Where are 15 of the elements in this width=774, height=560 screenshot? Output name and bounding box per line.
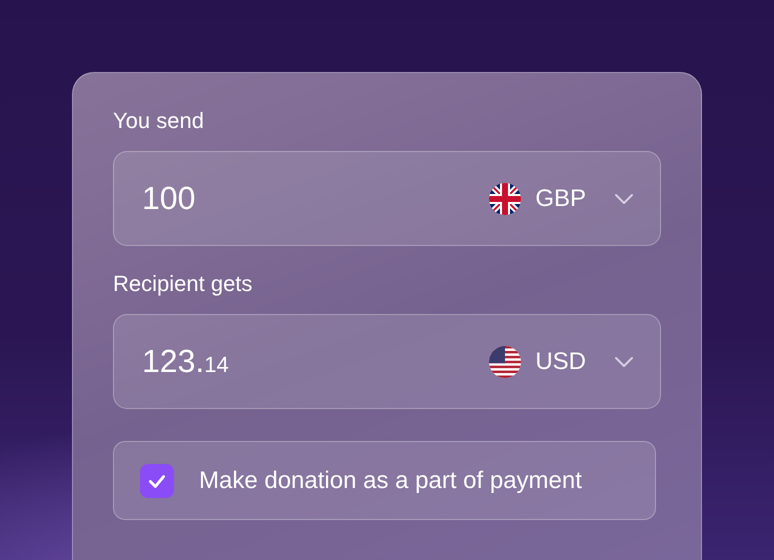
chevron-down-icon xyxy=(614,192,634,204)
currency-selector[interactable]: USD xyxy=(489,346,634,378)
chevron-down-icon xyxy=(614,356,634,368)
currency-selector[interactable]: GBP xyxy=(489,182,634,214)
field-label: You send xyxy=(113,107,205,135)
flag-icon xyxy=(489,182,522,214)
field-label: Recipient gets xyxy=(113,270,254,298)
amount-field[interactable]: 100 GBP xyxy=(113,151,661,246)
donation-option[interactable]: Make donation as a part of payment xyxy=(113,441,656,520)
amount-field[interactable]: 123.14 USD xyxy=(113,314,661,409)
donation-label: Make donation as a part of payment xyxy=(199,466,582,494)
amount-value: 100 xyxy=(142,180,196,217)
checkbox[interactable] xyxy=(140,464,174,498)
amount-value: 123.14 xyxy=(142,343,229,380)
flag-icon xyxy=(489,346,522,378)
